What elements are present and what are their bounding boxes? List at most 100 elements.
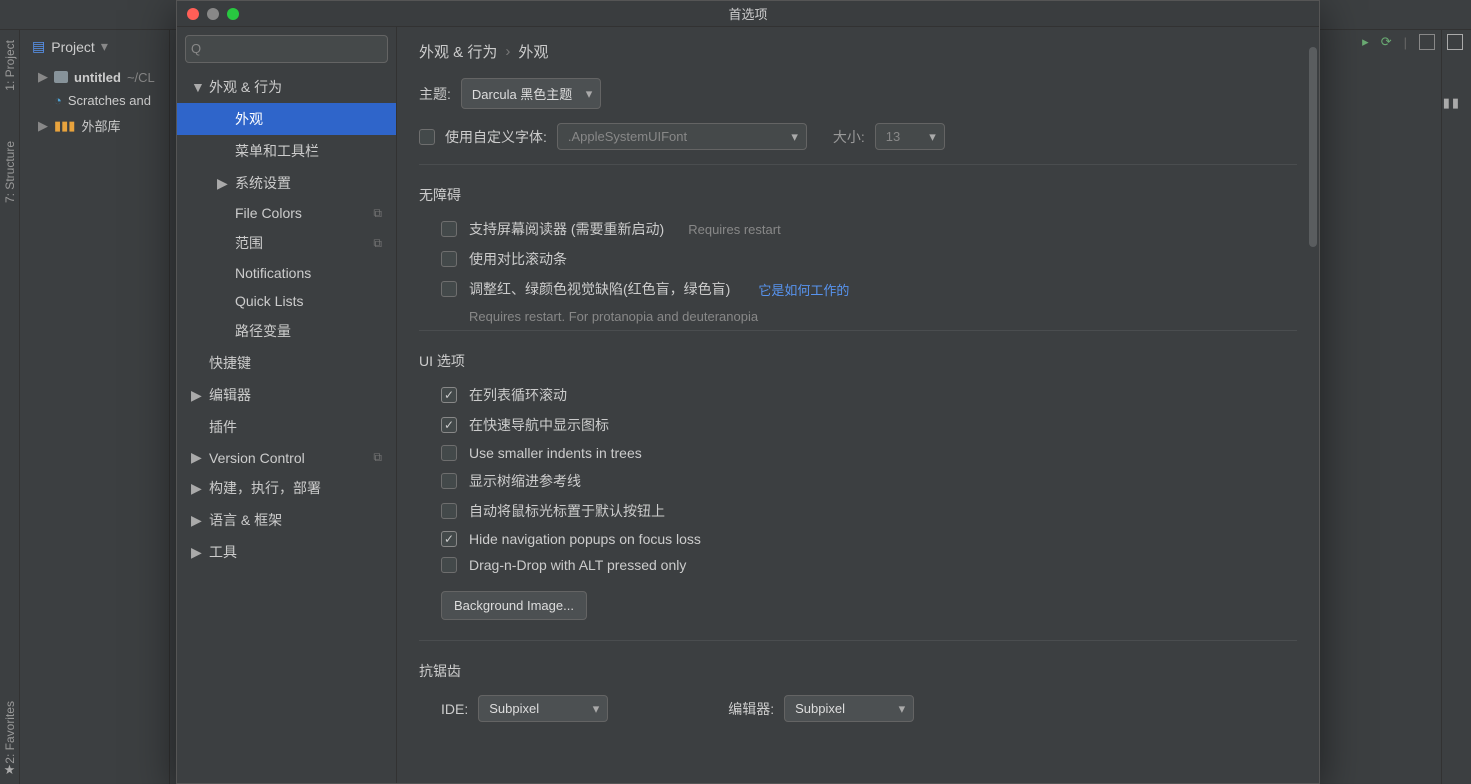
sidebar-item[interactable]: Quick Lists (177, 287, 396, 315)
expand-down-icon: ▼ (191, 79, 203, 95)
sidebar-item[interactable]: 菜单和工具栏 (177, 135, 396, 167)
sidebar-item[interactable]: 外观 (177, 103, 396, 135)
dialog-titlebar[interactable]: 首选项 (177, 1, 1319, 27)
smaller-indents-label: Use smaller indents in trees (469, 445, 642, 461)
tree-external-label: 外部库 (81, 116, 120, 135)
sidebar-item[interactable]: 范围⧉ (177, 227, 396, 259)
divider (419, 640, 1297, 641)
contrast-scrollbar-checkbox[interactable] (441, 251, 457, 267)
chevron-down-icon[interactable]: ▾ (101, 38, 108, 55)
layout-icon[interactable] (1419, 34, 1435, 50)
sidebar-item[interactable]: ▶工具 (177, 536, 396, 568)
sidebar-item-label: File Colors (235, 205, 302, 221)
chevron-down-icon: ▾ (791, 129, 798, 145)
sidebar-item[interactable]: 插件 (177, 411, 396, 443)
custom-font-checkbox[interactable] (419, 129, 435, 145)
screen-reader-checkbox[interactable] (441, 221, 457, 237)
divider (419, 164, 1297, 165)
quicknav-icons-checkbox[interactable] (441, 417, 457, 433)
scope-icon: ⧉ (373, 450, 382, 465)
preferences-sidebar: Q ▼外观 & 行为外观菜单和工具栏▶系统设置File Colors⧉范围⧉No… (177, 27, 397, 783)
sidebar-item[interactable]: ▶系统设置 (177, 167, 396, 199)
scrollbar[interactable] (1309, 47, 1317, 247)
screen-reader-hint: Requires restart (688, 222, 780, 237)
expand-right-icon: ▶ (217, 175, 229, 192)
sidebar-item[interactable]: Notifications (177, 259, 396, 287)
sidebar-item[interactable]: ▶语言 & 框架 (177, 504, 396, 536)
toolwindow-project-tab[interactable]: 1: Project (3, 40, 17, 91)
cyclic-scroll-label: 在列表循环滚动 (469, 385, 567, 405)
sidebar-item-label: Quick Lists (235, 293, 303, 309)
background-image-button[interactable]: Background Image... (441, 591, 587, 620)
color-deficiency-checkbox[interactable] (441, 281, 457, 297)
sidebar-item-label: Version Control (209, 450, 305, 466)
expand-right-icon: ▶ (191, 512, 203, 529)
tree-guides-label: 显示树缩进参考线 (469, 471, 581, 491)
scratches-icon: ◔ (54, 93, 62, 108)
sidebar-item[interactable]: ▶Version Control⧉ (177, 443, 396, 472)
font-size-select[interactable]: 13 ▾ (875, 123, 945, 150)
project-header-label: Project (51, 39, 95, 55)
how-it-works-link[interactable]: 它是如何工作的 (758, 280, 849, 299)
run-icon[interactable]: ▸ (1362, 34, 1369, 50)
chevron-down-icon: ▾ (586, 86, 593, 102)
favorites-star-icon[interactable]: ★ (4, 762, 16, 778)
cyclic-scroll-checkbox[interactable] (441, 387, 457, 403)
sidebar-item[interactable]: ▶构建，执行，部署 (177, 472, 396, 504)
project-panel-header[interactable]: ▤ Project ▾ (20, 30, 169, 63)
sidebar-item-label: 路径变量 (235, 321, 291, 341)
theme-select[interactable]: Darcula 黑色主题 ▾ (461, 78, 601, 109)
section-ui-options: UI 选项 (419, 351, 1297, 371)
bc-parent[interactable]: 外观 & 行为 (419, 41, 497, 62)
expand-icon[interactable]: ▶ (38, 69, 48, 85)
sidebar-item[interactable]: 快捷键 (177, 347, 396, 379)
sidebar-item-label: Notifications (235, 265, 311, 281)
separator: | (1404, 35, 1407, 50)
ide-top-right-icons: ▸ ⟳ | (1362, 34, 1463, 50)
libs-icon: ▮▮▮ (54, 118, 75, 134)
theme-value: Darcula 黑色主题 (472, 84, 572, 103)
expand-right-icon: ▶ (191, 387, 203, 404)
pause-icon[interactable]: ▮▮ (1443, 95, 1461, 111)
sidebar-item[interactable]: ▼外观 & 行为 (177, 71, 396, 103)
expand-icon[interactable]: ▶ (38, 118, 48, 134)
folder-icon (54, 71, 68, 83)
sidebar-item[interactable]: ▶ 编辑器 (177, 379, 396, 411)
tree-guides-checkbox[interactable] (441, 473, 457, 489)
hide-nav-popup-label: Hide navigation popups on focus loss (469, 531, 701, 547)
smaller-indents-checkbox[interactable] (441, 445, 457, 461)
bc-current: 外观 (518, 41, 548, 62)
layout-icon-2[interactable] (1447, 34, 1463, 50)
color-deficiency-label: 调整红、绿颜色视觉缺陷(红色盲，绿色盲) (469, 279, 730, 299)
theme-label: 主题: (419, 84, 451, 104)
chevron-down-icon: ▾ (593, 701, 600, 717)
autocursor-label: 自动将鼠标光标置于默认按钮上 (469, 501, 665, 521)
content-breadcrumb: 外观 & 行为 › 外观 (419, 41, 1297, 62)
tree-row[interactable]: ◔ Scratches and (20, 89, 169, 112)
hide-nav-popup-checkbox[interactable] (441, 531, 457, 547)
font-select[interactable]: .AppleSystemUIFont ▾ (557, 123, 807, 150)
sidebar-item[interactable]: 路径变量 (177, 315, 396, 347)
tree-row[interactable]: ▶ ▮▮▮ 外部库 (20, 112, 169, 139)
aa-editor-label: 编辑器: (728, 699, 774, 719)
dnd-alt-checkbox[interactable] (441, 557, 457, 573)
tree-scratches-label: Scratches and (68, 93, 151, 108)
toolwindow-favorites-tab[interactable]: 2: Favorites (3, 701, 17, 764)
divider (419, 330, 1297, 331)
sidebar-item-label: 编辑器 (209, 385, 251, 405)
tree-root-path: ~/CL (127, 70, 155, 85)
aa-editor-select[interactable]: Subpixel ▾ (784, 695, 914, 722)
aa-ide-value: Subpixel (489, 701, 539, 716)
autocursor-checkbox[interactable] (441, 503, 457, 519)
section-accessibility: 无障碍 (419, 185, 1297, 205)
aa-ide-select[interactable]: Subpixel ▾ (478, 695, 608, 722)
custom-font-label: 使用自定义字体: (445, 127, 547, 147)
search-input[interactable] (185, 35, 388, 63)
aa-ide-label: IDE: (441, 701, 468, 717)
sidebar-item-label: 外观 (235, 109, 263, 129)
screen-reader-label: 支持屏幕阅读器 (需要重新启动) (469, 219, 664, 239)
toolwindow-structure-tab[interactable]: 7: Structure (3, 141, 17, 203)
tree-row[interactable]: ▶ untitled ~/CL (20, 65, 169, 89)
sidebar-item[interactable]: File Colors⧉ (177, 199, 396, 227)
run-icon-2[interactable]: ⟳ (1381, 34, 1392, 50)
